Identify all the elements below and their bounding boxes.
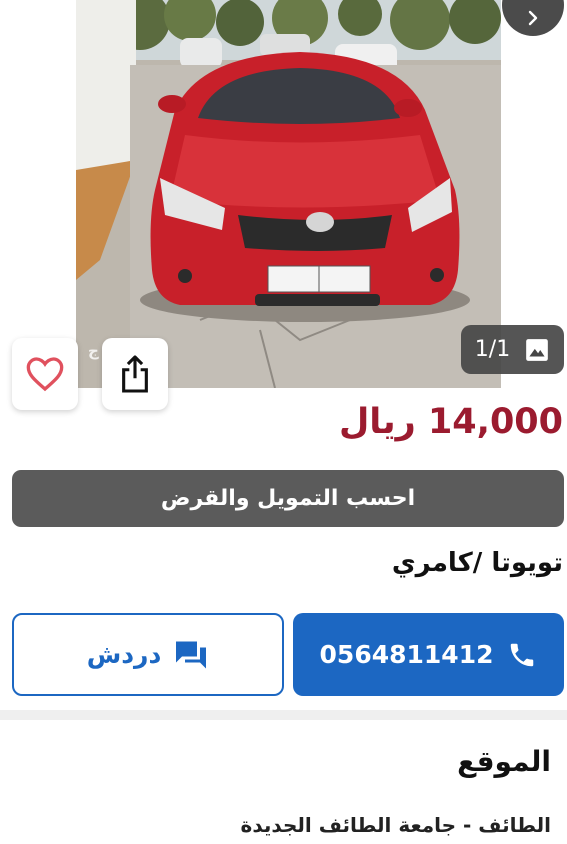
finance-calculator-button[interactable]: احسب التمويل والقرض	[12, 470, 564, 527]
location-heading: الموقع	[457, 745, 551, 778]
listing-price: 14,000 ريال	[338, 402, 563, 442]
chat-button[interactable]: دردش	[12, 613, 284, 696]
favorite-button[interactable]	[12, 338, 78, 410]
location-value: الطائف - جامعة الطائف الجديدة	[240, 813, 551, 837]
chat-button-label: دردش	[86, 640, 162, 669]
section-divider	[0, 710, 567, 720]
finance-button-label: احسب التمويل والقرض	[160, 486, 416, 511]
share-button[interactable]	[102, 338, 168, 410]
phone-icon	[511, 643, 534, 666]
image-icon	[526, 338, 549, 361]
call-button[interactable]: 0564811412	[293, 613, 564, 696]
chevron-right-icon	[528, 10, 538, 26]
image-counter-text: 1/1	[474, 337, 511, 362]
listing-photo[interactable]: 1/1 ال... ج	[0, 0, 567, 388]
listing-title: تويوتا /كامري	[391, 548, 563, 578]
share-icon	[122, 355, 148, 393]
image-counter: 1/1	[461, 325, 564, 374]
call-button-label: 0564811412	[319, 640, 494, 669]
heart-icon	[26, 357, 64, 392]
chat-icon	[176, 641, 207, 668]
